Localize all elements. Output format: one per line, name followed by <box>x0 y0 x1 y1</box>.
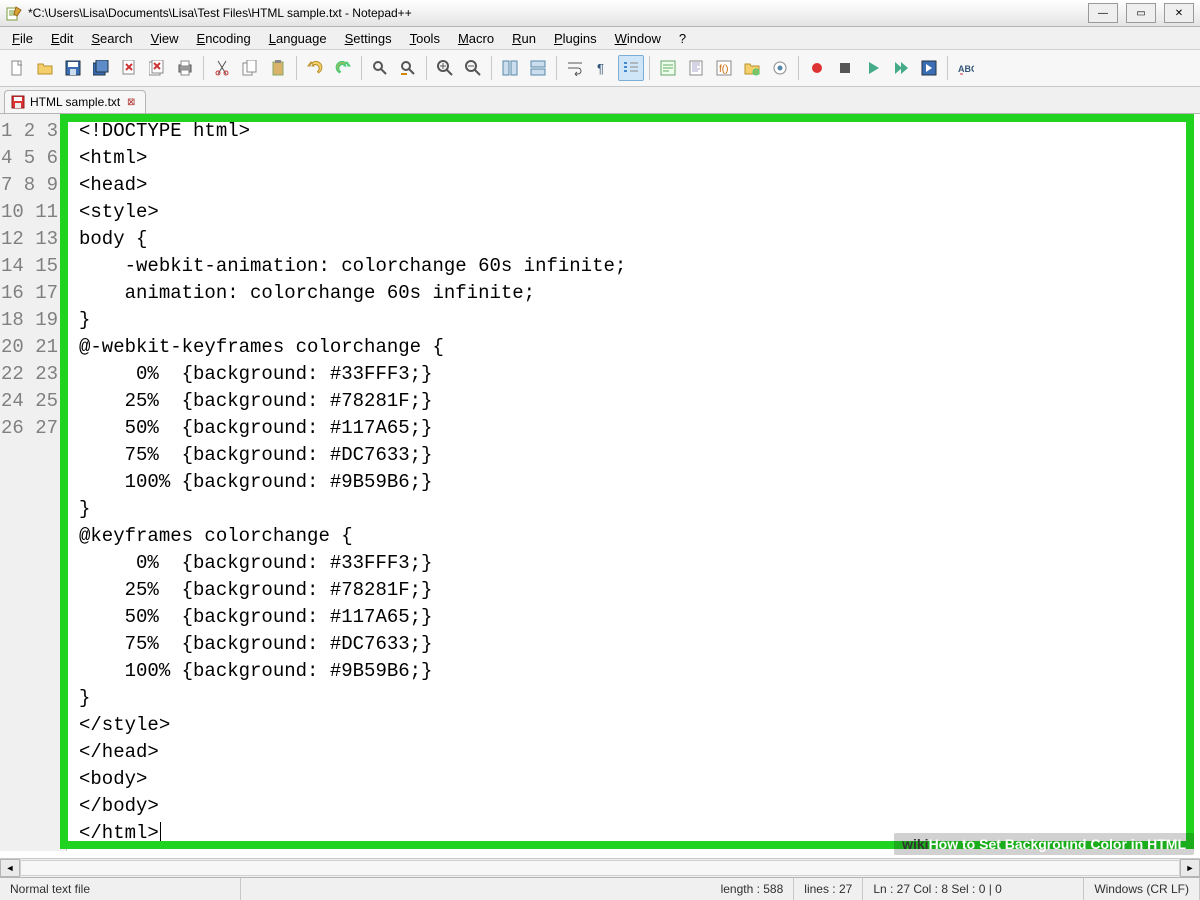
menu-window[interactable]: Window <box>607 29 669 48</box>
editor-pane: 1 2 3 4 5 6 7 8 9 10 11 12 13 14 15 16 1… <box>0 114 1200 877</box>
statusbar: Normal text file length : 588 lines : 27… <box>0 877 1200 900</box>
zoom-out-icon[interactable] <box>460 55 486 81</box>
code-editor[interactable]: 1 2 3 4 5 6 7 8 9 10 11 12 13 14 15 16 1… <box>0 114 1200 857</box>
menu-edit[interactable]: Edit <box>43 29 81 48</box>
save-all-icon[interactable] <box>88 55 114 81</box>
toolbar-separator <box>649 56 650 80</box>
print-icon[interactable] <box>172 55 198 81</box>
menu-?[interactable]: ? <box>671 29 694 48</box>
toolbar-separator <box>203 56 204 80</box>
status-eol: Windows (CR LF) <box>1084 878 1200 900</box>
window-title: *C:\Users\Lisa\Documents\Lisa\Test Files… <box>28 6 1080 20</box>
play-multi-icon[interactable] <box>888 55 914 81</box>
menu-view[interactable]: View <box>143 29 187 48</box>
copy-icon[interactable] <box>237 55 263 81</box>
line-gutter: 1 2 3 4 5 6 7 8 9 10 11 12 13 14 15 16 1… <box>0 114 67 851</box>
stop-macro-icon[interactable] <box>832 55 858 81</box>
toolbar-separator <box>798 56 799 80</box>
save-unsaved-icon <box>11 95 25 109</box>
tabstrip: HTML sample.txt ⊠ <box>0 87 1200 114</box>
scroll-right-button[interactable]: ► <box>1180 859 1200 877</box>
toolbar-separator <box>361 56 362 80</box>
menu-tools[interactable]: Tools <box>402 29 448 48</box>
replace-icon[interactable] <box>395 55 421 81</box>
menubar: FileEditSearchViewEncodingLanguageSettin… <box>0 27 1200 50</box>
monitoring-icon[interactable] <box>767 55 793 81</box>
titlebar: *C:\Users\Lisa\Documents\Lisa\Test Files… <box>0 0 1200 27</box>
status-lines: lines : 27 <box>794 878 863 900</box>
cut-icon[interactable] <box>209 55 235 81</box>
menu-macro[interactable]: Macro <box>450 29 502 48</box>
func-list-icon[interactable]: f() <box>711 55 737 81</box>
horizontal-scrollbar[interactable]: ◄ ► <box>0 858 1200 877</box>
tab-close-icon[interactable]: ⊠ <box>125 96 137 108</box>
close-all-icon[interactable] <box>144 55 170 81</box>
code-text[interactable]: <!DOCTYPE html> <html> <head> <style> bo… <box>67 114 1200 851</box>
udlv-icon[interactable] <box>655 55 681 81</box>
tab-label: HTML sample.txt <box>30 95 120 109</box>
toolbar-separator <box>426 56 427 80</box>
toolbar-separator <box>296 56 297 80</box>
spellcheck-icon[interactable]: ABC <box>953 55 979 81</box>
menu-file[interactable]: File <box>4 29 41 48</box>
show-all-chars-icon[interactable]: ¶ <box>590 55 616 81</box>
close-icon[interactable] <box>116 55 142 81</box>
save-icon[interactable] <box>60 55 86 81</box>
status-filetype: Normal text file <box>0 878 241 900</box>
app-icon <box>6 5 22 21</box>
status-position: Ln : 27 Col : 8 Sel : 0 | 0 <box>863 878 1084 900</box>
close-window-button[interactable]: ✕ <box>1164 3 1194 23</box>
sync-v-icon[interactable] <box>497 55 523 81</box>
menu-encoding[interactable]: Encoding <box>189 29 259 48</box>
indent-guide-icon[interactable] <box>618 55 644 81</box>
redo-icon[interactable] <box>330 55 356 81</box>
menu-settings[interactable]: Settings <box>337 29 400 48</box>
zoom-in-icon[interactable] <box>432 55 458 81</box>
play-macro-icon[interactable] <box>860 55 886 81</box>
paste-icon[interactable] <box>265 55 291 81</box>
scroll-left-button[interactable]: ◄ <box>0 859 20 877</box>
folder-workspace-icon[interactable] <box>739 55 765 81</box>
maximize-button[interactable]: ▭ <box>1126 3 1156 23</box>
tab-html-sample[interactable]: HTML sample.txt ⊠ <box>4 90 146 113</box>
save-macro-icon[interactable] <box>916 55 942 81</box>
menu-language[interactable]: Language <box>261 29 335 48</box>
doc-map-icon[interactable] <box>683 55 709 81</box>
menu-search[interactable]: Search <box>83 29 140 48</box>
new-file-icon[interactable] <box>4 55 30 81</box>
sync-h-icon[interactable] <box>525 55 551 81</box>
scroll-track[interactable] <box>20 860 1180 876</box>
svg-text:f(): f() <box>719 64 728 75</box>
toolbar-separator <box>556 56 557 80</box>
open-file-icon[interactable] <box>32 55 58 81</box>
undo-icon[interactable] <box>302 55 328 81</box>
find-icon[interactable] <box>367 55 393 81</box>
status-length: length : 588 <box>711 878 795 900</box>
toolbar-separator <box>491 56 492 80</box>
menu-plugins[interactable]: Plugins <box>546 29 605 48</box>
wordwrap-icon[interactable] <box>562 55 588 81</box>
menu-run[interactable]: Run <box>504 29 544 48</box>
record-macro-icon[interactable] <box>804 55 830 81</box>
minimize-button[interactable]: — <box>1088 3 1118 23</box>
svg-text:¶: ¶ <box>597 61 604 76</box>
toolbar-separator <box>947 56 948 80</box>
toolbar: ¶ f() ABC <box>0 50 1200 87</box>
svg-text:ABC: ABC <box>958 64 974 74</box>
